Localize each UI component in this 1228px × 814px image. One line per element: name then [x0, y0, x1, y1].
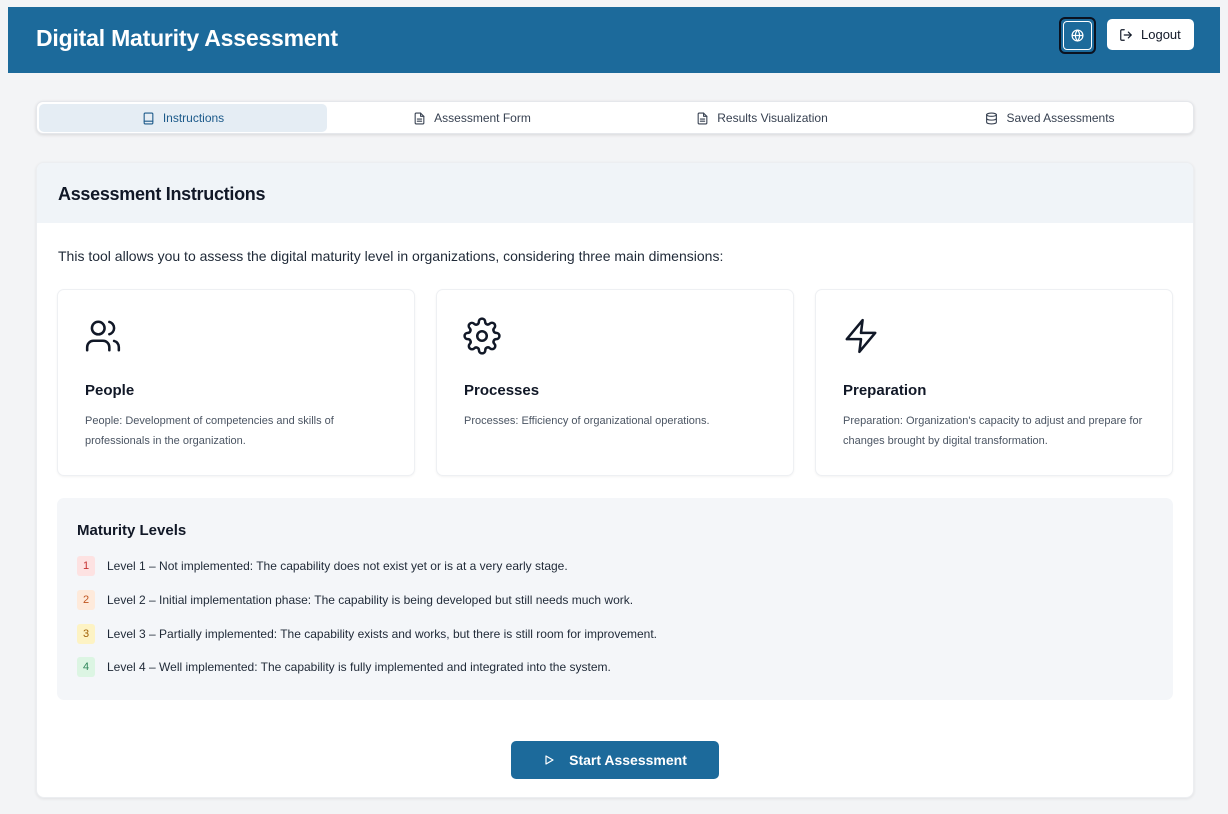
start-assessment-label: Start Assessment [569, 752, 687, 768]
tablet-icon [143, 112, 154, 124]
level-badge: 1 [77, 556, 95, 576]
users-icon [85, 320, 121, 352]
instructions-card: Assessment Instructions This tool allows… [36, 162, 1194, 798]
file-text-icon [414, 112, 425, 124]
level-text: Level 1 – Not implemented: The capabilit… [107, 559, 568, 573]
logout-icon [1120, 28, 1132, 41]
tab-label: Saved Assessments [1006, 111, 1115, 125]
dimension-title: Preparation [843, 382, 927, 399]
dimension-description: Preparation: Organization's capacity to … [843, 415, 1143, 447]
tab-saved-assessments[interactable]: Saved Assessments [907, 104, 1193, 132]
database-icon [986, 112, 998, 124]
lightning-icon [845, 318, 877, 354]
dimension-title: Processes [464, 382, 540, 399]
tab-assessment-form[interactable]: Assessment Form [327, 104, 617, 132]
logout-button[interactable]: Logout [1107, 19, 1194, 50]
levels-title: Maturity Levels [77, 522, 187, 539]
dimension-card-people: People People: Development of competenci… [57, 289, 415, 476]
level-item: 3 Level 3 – Partially implemented: The c… [77, 623, 657, 645]
tab-label: Results Visualization [717, 111, 828, 125]
start-assessment-button[interactable]: Start Assessment [511, 741, 719, 779]
file-text-icon [697, 112, 708, 124]
logout-label: Logout [1141, 27, 1181, 42]
tab-results-visualization[interactable]: Results Visualization [617, 104, 907, 132]
level-text: Level 3 – Partially implemented: The cap… [107, 627, 658, 641]
maturity-levels-panel: Maturity Levels 1 Level 1 – Not implemen… [57, 498, 1173, 700]
globe-icon [1071, 29, 1084, 42]
gear-icon [463, 317, 501, 355]
intro-text: This tool allows you to assess the digit… [58, 248, 724, 264]
level-item: 2 Level 2 – Initial implementation phase… [77, 589, 633, 611]
tab-label: Assessment Form [434, 111, 531, 125]
dimension-description: Processes: Efficiency of organizational … [464, 415, 710, 427]
main-tabs: Instructions Assessment Form Results Vis… [36, 101, 1194, 134]
app-title: Digital Maturity Assessment [36, 25, 338, 51]
level-badge: 2 [77, 590, 95, 610]
language-button[interactable] [1059, 17, 1096, 54]
dimension-card-preparation: Preparation Preparation: Organization's … [815, 289, 1173, 476]
level-text: Level 4 – Well implemented: The capabili… [107, 660, 611, 674]
level-item: 4 Level 4 – Well implemented: The capabi… [77, 656, 611, 678]
dimension-card-processes: Processes Processes: Efficiency of organ… [436, 289, 794, 476]
tab-label: Instructions [162, 111, 225, 125]
app-header: Digital Maturity Assessment Logout [8, 7, 1220, 73]
card-title: Assessment Instructions [58, 184, 266, 204]
level-text: Level 2 – Initial implementation phase: … [107, 593, 634, 607]
level-badge: 3 [77, 624, 95, 644]
level-item: 1 Level 1 – Not implemented: The capabil… [77, 555, 568, 577]
card-header: Assessment Instructions [37, 163, 1193, 223]
tab-instructions[interactable]: Instructions [39, 104, 327, 132]
dimension-title: People [85, 382, 135, 399]
level-badge: 4 [77, 657, 95, 677]
play-icon [545, 755, 554, 765]
dimension-description: People: Development of competencies and … [85, 415, 334, 447]
